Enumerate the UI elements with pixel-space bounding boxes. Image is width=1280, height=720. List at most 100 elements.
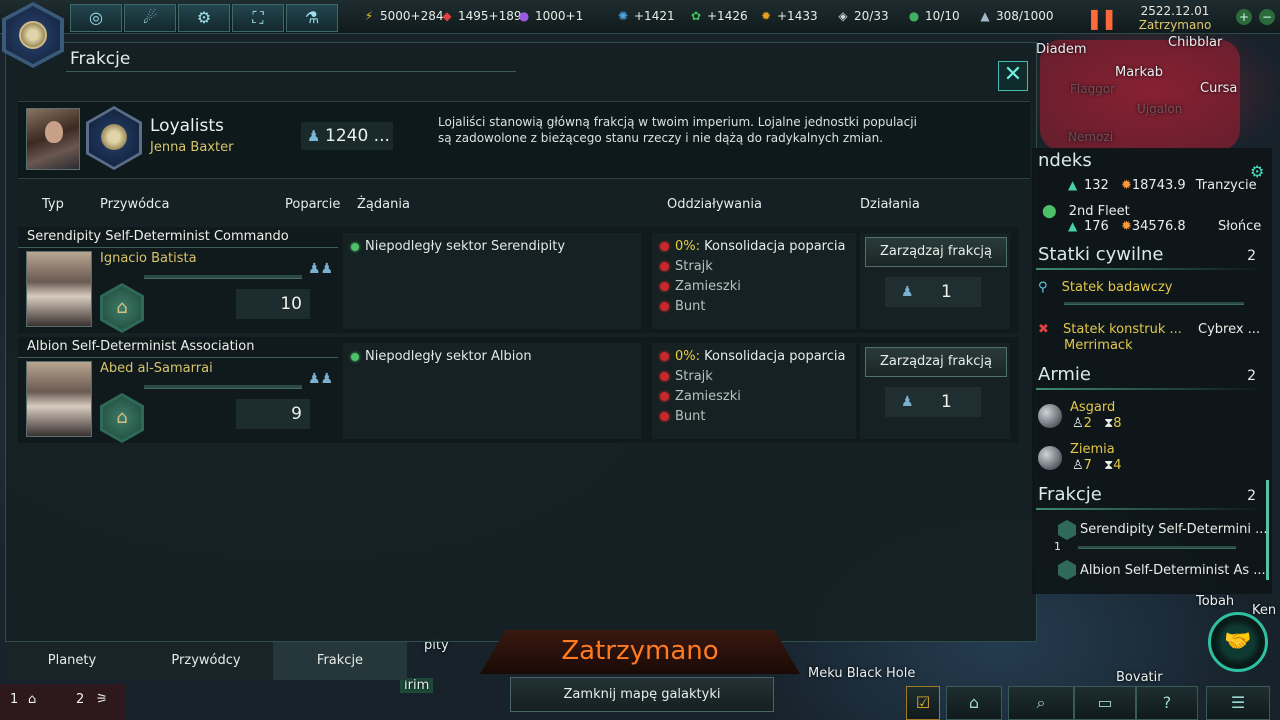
system-label-diadem[interactable]: Diadem <box>1036 42 1087 57</box>
home-system-icon[interactable]: ⌂ <box>28 692 36 707</box>
bottom-left-count-a: 1 <box>10 692 19 707</box>
col-leader: Przywódca <box>100 197 170 212</box>
status-dot-icon <box>660 372 669 381</box>
influence-resource[interactable]: ● 1000+1 <box>517 9 583 23</box>
leader-portrait[interactable] <box>26 108 80 170</box>
planets-resource[interactable]: ● 10/10 <box>907 9 960 23</box>
fleet-capacity-resource[interactable]: ▲ 308/1000 <box>978 9 1054 23</box>
column-headers: Typ Przywódca Poparcie Żądania Oddziaływ… <box>18 197 1030 217</box>
planets-button[interactable]: ⌂ <box>946 686 1002 720</box>
effect-item[interactable]: Bunt <box>660 409 706 424</box>
effect-item[interactable]: Zamieszki <box>660 279 741 294</box>
system-label-ken[interactable]: Ken <box>1252 603 1276 618</box>
pause-icon[interactable]: ❚❚ <box>1086 6 1117 30</box>
tab-planets[interactable]: Planety <box>5 642 139 680</box>
effect-item[interactable]: Zamieszki <box>660 389 741 404</box>
physics-research-resource[interactable]: ✺ +1421 <box>616 9 675 23</box>
faction-row: Serendipity Self-Determinist Commando Ign… <box>18 227 1018 333</box>
checklist-button[interactable]: ☑ <box>906 686 940 720</box>
construction-ship-icon: ✖ <box>1038 322 1049 337</box>
energy-resource[interactable]: ⚡ 5000+284 <box>362 9 444 23</box>
faction-effects: 0%: Konsolidacja poparcia Strajk Zamieszki… <box>652 233 856 329</box>
system-label-tobah[interactable]: Tobah <box>1196 594 1234 609</box>
main-faction-leader[interactable]: Jenna Baxter <box>150 140 233 155</box>
contacts-button[interactable]: 🤝 <box>1208 612 1268 672</box>
messages-button[interactable]: ▭ <box>1074 686 1136 720</box>
technology-button[interactable]: ⚙ <box>178 4 230 32</box>
system-label-irim[interactable]: irim <box>400 678 434 693</box>
resource-value: 308/1000 <box>996 9 1054 23</box>
fleet-2nd[interactable]: ⬤ 2nd Fleet <box>1042 204 1130 219</box>
faction-leader-portrait[interactable] <box>26 251 92 327</box>
army-asgard[interactable]: Asgard <box>1070 400 1115 415</box>
demand-item[interactable]: Niepodległy sektor Serendipity <box>351 239 565 254</box>
outliner-settings-icon[interactable]: ⚙ <box>1250 162 1264 181</box>
menu-button[interactable]: ☰ <box>1206 686 1270 720</box>
system-label-markab[interactable]: Markab <box>1115 65 1163 80</box>
section-armies[interactable]: Armie <box>1038 364 1091 385</box>
faction-emblem-icon <box>86 106 142 170</box>
effect-item[interactable]: 0%: Konsolidacja poparcia <box>660 239 845 254</box>
section-civilian-ships[interactable]: Statki cywilne <box>1038 244 1163 265</box>
fleet-row-partial[interactable]: ▲ 132 ✹18743.9 Tranzycie <box>1068 178 1257 193</box>
close-galaxy-map-button[interactable]: Zamknij mapę galaktyki <box>510 677 774 712</box>
date-text: 2522.12.01 <box>1140 4 1210 18</box>
system-label-bovatir[interactable]: Bovatir <box>1116 670 1163 685</box>
help-icon: ? <box>1162 693 1172 712</box>
society-research-resource[interactable]: ✿ +1426 <box>689 9 748 23</box>
hourglass-icon: ⧗ <box>1104 458 1114 473</box>
outliner-faction-albion[interactable]: Albion Self-Determinist As ... <box>1080 563 1266 578</box>
effect-item[interactable]: Bunt <box>660 299 706 314</box>
population-icon: ♟ <box>901 284 914 300</box>
system-label-nemozi[interactable]: Nemozi <box>1068 130 1113 144</box>
message-icon: ▭ <box>1097 693 1113 712</box>
starbase-icon: ◈ <box>838 9 848 23</box>
outliner-faction-serendipity[interactable]: Serendipity Self-Determini ... <box>1080 522 1268 537</box>
section-factions[interactable]: Frakcje <box>1038 484 1102 505</box>
faction-leader-name[interactable]: Abed al-Samarrai <box>100 361 213 376</box>
outliner-scrollbar[interactable] <box>1266 480 1269 580</box>
status-dot-icon <box>660 282 669 291</box>
system-label-cursa[interactable]: Cursa <box>1200 81 1237 96</box>
close-icon: ✕ <box>1003 62 1023 87</box>
speed-down-button[interactable]: − <box>1259 9 1275 25</box>
population-value: 1240 ... <box>325 126 390 146</box>
paused-banner: Zatrzymano <box>480 630 800 674</box>
system-label-ujgalon[interactable]: Ujgalon <box>1137 102 1182 116</box>
engineering-research-resource[interactable]: ✹ +1433 <box>759 9 818 23</box>
faction-leader-portrait[interactable] <box>26 361 92 437</box>
manage-faction-button[interactable]: Zarządzaj frakcją <box>865 237 1007 267</box>
starbase-resource[interactable]: ◈ 20/33 <box>836 9 888 23</box>
army-ziemia[interactable]: Ziemia <box>1070 442 1115 457</box>
faction-happiness-bar <box>144 385 302 389</box>
search-button[interactable]: ⌕ <box>1008 686 1074 720</box>
rank-icon[interactable]: ⚞ <box>96 692 108 707</box>
speed-up-button[interactable]: + <box>1236 9 1252 25</box>
main-faction-description: Lojaliści stanowią główną frakcją w twoi… <box>438 115 917 145</box>
close-button[interactable]: ✕ <box>998 61 1028 91</box>
minerals-resource[interactable]: ◆ 1495+189 <box>440 9 521 23</box>
tab-factions[interactable]: Frakcje <box>273 642 407 680</box>
tab-leaders[interactable]: Przywódcy <box>139 642 273 680</box>
science-ship-item[interactable]: ⚲ Statek badawczy <box>1038 280 1172 295</box>
system-label-meku[interactable]: Meku Black Hole <box>808 666 915 681</box>
demand-item[interactable]: Niepodległy sektor Albion <box>351 349 532 364</box>
faction-title-divider <box>18 357 338 358</box>
planets-map-button[interactable]: ⛶ <box>232 4 284 32</box>
faction-actions: Zarządzaj frakcją ♟ 1 <box>860 343 1010 439</box>
help-button[interactable]: ? <box>1136 686 1198 720</box>
effect-item[interactable]: Strajk <box>660 259 713 274</box>
situation-log-button[interactable]: ☄ <box>124 4 176 32</box>
faction-members: ♟ 1 <box>885 277 981 307</box>
galaxy-view-button[interactable]: ◎ <box>70 4 122 32</box>
effect-item[interactable]: Strajk <box>660 369 713 384</box>
construction-ship-item[interactable]: ✖ Statek konstruk ... <box>1038 322 1182 337</box>
top-bar: ◎ ☄ ⚙ ⛶ ⚗ ⚡ 5000+284 ◆ 1495+189 ● 1000+1 ✺ +1421 ✿ +1… <box>0 0 1280 34</box>
menu-icon: ☰ <box>1230 693 1246 712</box>
research-button[interactable]: ⚗ <box>286 4 338 32</box>
system-label-chibblar[interactable]: Chibblar <box>1168 35 1222 50</box>
effect-item[interactable]: 0%: Konsolidacja poparcia <box>660 349 845 364</box>
faction-leader-name[interactable]: Ignacio Batista <box>100 251 197 266</box>
system-label-flaggor[interactable]: Flaggor <box>1070 82 1115 96</box>
manage-faction-button[interactable]: Zarządzaj frakcją <box>865 347 1007 377</box>
